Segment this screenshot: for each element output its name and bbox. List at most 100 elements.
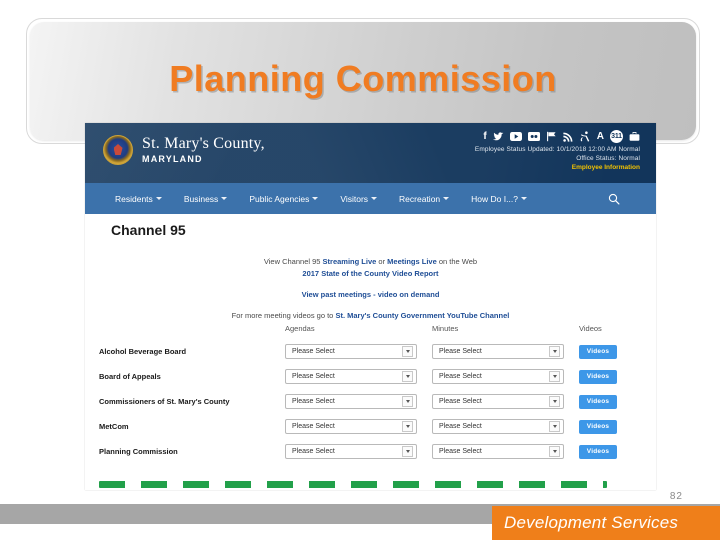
table-row: Commissioners of St. Mary's County Pleas… [85, 389, 656, 414]
brand-state: MARYLAND [142, 153, 203, 164]
rss-icon[interactable] [563, 132, 573, 142]
table-row: Alcohol Beverage Board Please Select Ple… [85, 339, 656, 364]
intro-line-3: View past meetings - video on demand [85, 289, 656, 301]
chevron-down-icon [520, 197, 527, 200]
row-label: Alcohol Beverage Board [99, 347, 187, 356]
agendas-select-value: Please Select [292, 423, 335, 430]
agendas-select[interactable]: Please Select [285, 369, 417, 384]
footer-orange-band: Development Services [492, 506, 720, 540]
green-dashed-highlight-annotation [99, 481, 607, 488]
agendas-cell: Please Select [285, 444, 432, 459]
videos-cell: Videos [579, 444, 634, 459]
videos-button[interactable]: Videos [579, 444, 617, 459]
page-title: Planning Commission [169, 58, 557, 99]
chevron-down-icon [155, 197, 162, 200]
office-status-text: Office Status: Normal [576, 155, 640, 162]
view-past-meetings-link[interactable]: View past meetings - video on demand [302, 290, 440, 299]
videos-button[interactable]: Videos [579, 394, 617, 409]
chevron-down-icon [549, 446, 560, 457]
site-header: St. Mary's County, MARYLAND f A 311 Empl… [85, 123, 656, 183]
intro-line-4: For more meeting videos go to St. Mary's… [85, 310, 656, 322]
minutes-cell: Please Select [432, 369, 579, 384]
slide-page-number: 82 [669, 491, 683, 502]
site-brand[interactable]: St. Mary's County, MARYLAND [103, 135, 265, 165]
nav-item-how-do-i[interactable]: How Do I...? [471, 194, 527, 204]
nav-item-residents[interactable]: Residents [115, 194, 162, 204]
employee-status-text: Employee Status Updated: 10/1/2018 12:00… [474, 146, 640, 153]
table-header-row: Agendas Minutes Videos [85, 324, 656, 339]
videos-button[interactable]: Videos [579, 369, 617, 384]
table-row: Board of Appeals Please Select Please Se… [85, 364, 656, 389]
agendas-cell: Please Select [285, 394, 432, 409]
search-icon[interactable] [608, 192, 620, 205]
minutes-select[interactable]: Please Select [432, 444, 564, 459]
agendas-cell: Please Select [285, 344, 432, 359]
minutes-select[interactable]: Please Select [432, 369, 564, 384]
briefcase-icon[interactable] [629, 131, 640, 142]
row-label: Planning Commission [99, 447, 178, 456]
intro-line-2: 2017 State of the County Video Report [85, 268, 656, 280]
brand-name: St. Mary's County, [142, 134, 265, 152]
meetings-table: Agendas Minutes Videos Alcohol Beverage … [85, 324, 656, 464]
row-label: MetCom [99, 422, 129, 431]
brand-text-group: St. Mary's County, MARYLAND [142, 134, 265, 164]
facebook-icon[interactable]: f [483, 131, 486, 142]
agendas-select-value: Please Select [292, 398, 335, 405]
agendas-cell: Please Select [285, 419, 432, 434]
footer-label: Development Services [504, 513, 679, 532]
videos-button[interactable]: Videos [579, 344, 617, 359]
accessibility-icon[interactable] [579, 131, 591, 142]
chevron-down-icon [549, 396, 560, 407]
chevron-down-icon [402, 446, 413, 457]
agendas-select-value: Please Select [292, 373, 335, 380]
agendas-select[interactable]: Please Select [285, 394, 417, 409]
nav-label: Recreation [399, 193, 441, 204]
youtube-icon[interactable] [509, 132, 522, 141]
chevron-down-icon [549, 421, 560, 432]
social-icon-bar: f A 311 [475, 130, 640, 143]
agendas-select[interactable]: Please Select [285, 444, 417, 459]
employee-information-link[interactable]: Employee Information [475, 163, 640, 172]
state-of-county-report-link[interactable]: 2017 State of the County Video Report [302, 269, 438, 278]
page-body: Channel 95 View Channel 95 Streaming Liv… [85, 214, 656, 490]
videos-cell: Videos [579, 419, 634, 434]
intro-line-1-suffix: on the Web [436, 257, 478, 266]
chevron-down-icon [402, 421, 413, 432]
minutes-select-value: Please Select [439, 398, 482, 405]
twitter-icon[interactable] [492, 131, 504, 142]
nav-label: How Do I...? [471, 193, 518, 204]
minutes-select[interactable]: Please Select [432, 394, 564, 409]
table-row: Planning Commission Please Select Please… [85, 439, 656, 464]
minutes-select-value: Please Select [439, 373, 482, 380]
minutes-select-value: Please Select [439, 423, 482, 430]
meetings-live-link[interactable]: Meetings Live [387, 257, 437, 266]
youtube-channel-link[interactable]: St. Mary's County Government YouTube Cha… [335, 311, 509, 320]
embedded-website-screenshot: St. Mary's County, MARYLAND f A 311 Empl… [85, 123, 656, 490]
column-header-videos: Videos [579, 324, 602, 333]
nav-item-recreation[interactable]: Recreation [399, 193, 450, 204]
311-badge-icon[interactable]: 311 [610, 130, 623, 143]
chevron-down-icon [402, 396, 413, 407]
flickr-icon[interactable] [527, 132, 540, 141]
videos-cell: Videos [579, 344, 634, 359]
streaming-live-link[interactable]: Streaming Live [323, 257, 377, 266]
videos-cell: Videos [579, 369, 634, 384]
agendas-select[interactable]: Please Select [285, 419, 417, 434]
videos-button[interactable]: Videos [579, 419, 617, 434]
channel-heading: Channel 95 [111, 222, 186, 238]
minutes-select[interactable]: Please Select [432, 344, 564, 359]
text-size-icon[interactable]: A [597, 131, 604, 142]
nav-item-visitors[interactable]: Visitors [340, 194, 378, 204]
slide-canvas: Planning Commission St. Mary's County, M… [0, 0, 720, 540]
nav-item-public-agencies[interactable]: Public Agencies [249, 194, 319, 204]
intro-line-1-or: or [376, 257, 388, 266]
flag-icon[interactable] [546, 131, 557, 142]
nav-label: Residents [115, 193, 153, 204]
chevron-down-icon [549, 371, 560, 382]
minutes-select[interactable]: Please Select [432, 419, 564, 434]
agendas-select[interactable]: Please Select [285, 344, 417, 359]
minutes-cell: Please Select [432, 444, 579, 459]
intro-line-4-prefix: For more meeting videos go to [231, 311, 336, 320]
nav-item-business[interactable]: Business [184, 194, 228, 204]
county-seal-icon [103, 135, 133, 165]
